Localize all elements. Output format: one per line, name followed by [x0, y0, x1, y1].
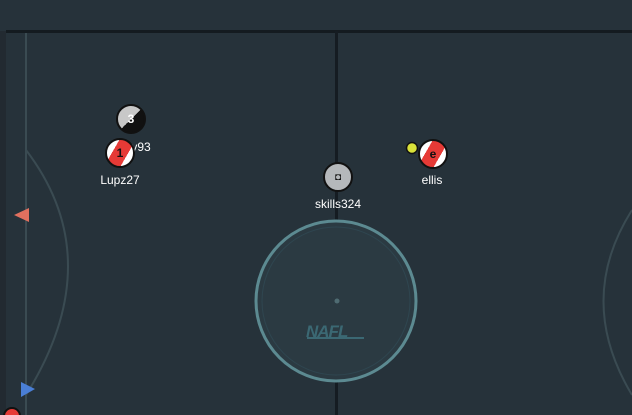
center-dot — [334, 298, 340, 304]
player-3-avatar[interactable]: 3 — [116, 104, 146, 134]
player-skills-face-icon: ◘ — [334, 171, 342, 183]
nafl-logo: NAFL — [306, 322, 348, 341]
ball-icon — [405, 141, 419, 155]
player-ellis-avatar[interactable]: e — [418, 139, 448, 169]
player-1-avatar[interactable]: 1 — [105, 138, 135, 168]
player-ellis-number: e — [429, 147, 437, 161]
right-goal-arc — [602, 209, 632, 396]
offscreen-red-player — [3, 407, 21, 415]
left-goal-arc — [25, 149, 69, 396]
player-ellis-name: ellis — [421, 173, 443, 187]
red-team-marker-icon — [14, 208, 29, 222]
game-field: NAFL 3 A lay93 1 Lupz27 ◘ skills324 e el… — [0, 0, 632, 415]
player-1-name: Lupz27 — [100, 173, 140, 187]
player-skills-avatar[interactable]: ◘ — [323, 162, 353, 192]
player-3-number: 3 — [127, 112, 135, 126]
player-1-number: 1 — [116, 146, 124, 160]
player-skills-name: skills324 — [314, 197, 362, 211]
